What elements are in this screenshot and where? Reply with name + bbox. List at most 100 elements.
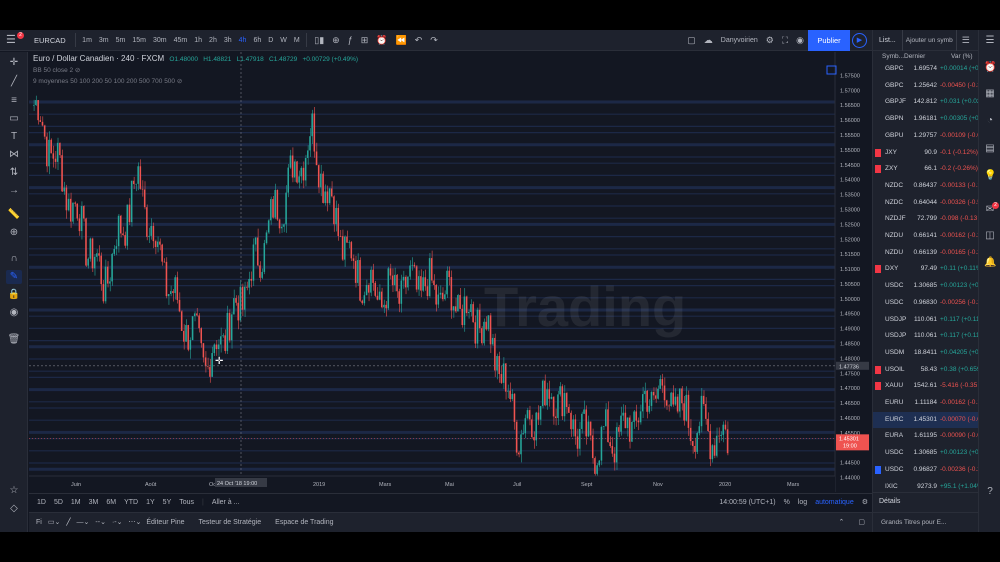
trash-icon[interactable]: 🗑	[6, 333, 22, 347]
hotlist-icon[interactable]: ◔	[984, 115, 996, 127]
lock-icon[interactable]: 🔒	[6, 288, 22, 302]
layers-icon[interactable]: ◇	[6, 502, 22, 516]
layout-name[interactable]: Danyvoirien	[717, 30, 762, 51]
play-icon[interactable]: ▶	[852, 33, 867, 48]
flag-icon[interactable]	[875, 365, 881, 374]
watchlist-row[interactable]: GBPJF 142.812 +0.031 (+0.02	[873, 94, 979, 111]
channel-icon[interactable]: ≡	[6, 94, 22, 108]
watchlist-row[interactable]: USDC 0.96827 -0.00236 (-0.2	[873, 462, 979, 479]
maximize-icon[interactable]: ▢	[851, 513, 872, 533]
watchlist-row[interactable]: EURU 1.11184 -0.00162 (-0.1	[873, 395, 979, 412]
watchlist-menu[interactable]: List...	[873, 37, 902, 44]
watchlist-row[interactable]: XAUU 1542.61 -5.416 (-0.35	[873, 378, 979, 395]
watchlist-row[interactable]: USDJP 110.061 +0.117 (+0.11	[873, 312, 979, 329]
pattern-icon[interactable]: ⋈	[6, 148, 22, 162]
range-1y[interactable]: 1Y	[142, 494, 159, 512]
ruler-icon[interactable]: 📏	[6, 208, 22, 222]
percent-toggle[interactable]: %	[780, 494, 794, 512]
watchlist-row[interactable]: USDC 1.30685 +0.00123 (+0.	[873, 445, 979, 462]
range-3m[interactable]: 3M	[85, 494, 103, 512]
flag-icon[interactable]	[875, 265, 881, 274]
interval-M[interactable]: M	[290, 30, 303, 51]
interval-45m[interactable]: 45m	[170, 30, 191, 51]
auto-toggle[interactable]: automatique	[811, 494, 858, 512]
col-last[interactable]: Dernier	[904, 53, 925, 60]
news-panel[interactable]: Grands Titres pour E...	[873, 512, 979, 532]
line-more-icon[interactable]: ⋯⌄	[125, 513, 144, 533]
lock-drawing-icon[interactable]: ✎	[6, 270, 22, 284]
compare-icon[interactable]: ⊕	[328, 30, 344, 51]
help-icon[interactable]: ?	[984, 486, 996, 498]
interval-3m[interactable]: 3m	[95, 30, 112, 51]
scale-settings-icon[interactable]: ⚙	[858, 494, 872, 512]
redo-icon[interactable]: ↷	[426, 30, 442, 51]
interval-W[interactable]: W	[277, 30, 291, 51]
calendar-icon[interactable]: ▤	[984, 143, 996, 155]
watchlist-row[interactable]: USOIL 58.43 +0.38 (+0.659	[873, 362, 979, 379]
interval-2h[interactable]: 2h	[206, 30, 221, 51]
star-icon[interactable]: ☆	[6, 484, 22, 498]
fullscreen-icon[interactable]: ⛶	[778, 30, 792, 51]
indicator-moving-averages[interactable]: 9 moyennes 50 100 200 50 100 200 500 700…	[33, 77, 182, 85]
eye-off-icon[interactable]: ⊘	[177, 78, 182, 85]
indicators-icon[interactable]: ƒ	[344, 30, 357, 51]
add-symbol-input[interactable]: Ajouter un symb	[901, 30, 957, 51]
watchlist-row[interactable]: GBPU 1.29757 -0.00109 (-0.0	[873, 128, 979, 145]
rectangle-icon[interactable]: ▭	[6, 112, 22, 126]
streams-icon[interactable]: ◫	[984, 230, 996, 242]
goto-date[interactable]: Aller à ...	[208, 494, 244, 512]
watchlist-row[interactable]: USDC 1.30685 +0.00123 (+0.	[873, 278, 979, 295]
data-window-icon[interactable]: ▦	[984, 88, 996, 100]
range-1d[interactable]: 1D	[33, 494, 50, 512]
select-icon[interactable]: ▭⌄	[45, 513, 63, 533]
line-dash-icon[interactable]: ·-⌄	[109, 513, 126, 533]
watchlist-row[interactable]: EURA 1.61195 -0.00090 (-0.0	[873, 428, 979, 445]
watchlist-row[interactable]: NZDJF 72.799 -0.098 (-0.13	[873, 211, 979, 228]
magnet-icon[interactable]: ∩	[6, 252, 22, 266]
camera-icon[interactable]: ◉	[792, 30, 808, 51]
alert-icon[interactable]: ⏰	[372, 30, 391, 51]
watchlist-row[interactable]: NZDC 0.64044 -0.00326 (-0.5	[873, 195, 979, 212]
price-chart[interactable]: 1.57500 1.57000 1.56500 1.56000 1.55500 1.550…	[29, 52, 872, 492]
symbol-title[interactable]: Euro / Dollar Canadien · 240 · FXCM	[33, 54, 164, 63]
line-tool-icon[interactable]: ╱	[63, 513, 73, 533]
log-toggle[interactable]: log	[794, 494, 811, 512]
flag-icon[interactable]	[875, 165, 881, 174]
undo-icon[interactable]: ↶	[411, 30, 427, 51]
tab-screener[interactable]: Fi	[29, 513, 45, 533]
range-tous[interactable]: Tous	[175, 494, 198, 512]
interval-D[interactable]: D	[265, 30, 277, 51]
details-bar[interactable]: Détails	[873, 492, 979, 511]
range-5y[interactable]: 5Y	[159, 494, 176, 512]
zoom-icon[interactable]: ⊕	[6, 226, 22, 240]
interval-5m[interactable]: 5m	[112, 30, 129, 51]
eye-icon[interactable]: ◉	[6, 306, 22, 320]
watchlist-row[interactable]: USDJP 110.061 +0.117 (+0.11	[873, 328, 979, 345]
tab-pine-editor[interactable]: Éditeur Pine	[144, 513, 191, 533]
ideas-icon[interactable]: 💡	[984, 170, 996, 182]
tab-trading-panel[interactable]: Espace de Trading	[268, 513, 340, 533]
range-1m[interactable]: 1M	[67, 494, 85, 512]
interval-4h[interactable]: 4h	[235, 30, 250, 51]
interval-3h[interactable]: 3h	[220, 30, 235, 51]
text-icon[interactable]: T	[6, 130, 22, 144]
watchlist-row[interactable]: GBPC 1.25642 -0.00450 (-0.3	[873, 78, 979, 95]
layout-icon[interactable]: ▢	[683, 30, 700, 51]
crosshair-icon[interactable]: ✛	[6, 56, 22, 70]
range-5d[interactable]: 5D	[50, 494, 67, 512]
candles-icon[interactable]: ▯▮	[310, 30, 328, 51]
watchlist-row[interactable]: GBPN 1.96181 +0.00305 (+0.	[873, 111, 979, 128]
line-width-icon[interactable]: --⌄	[92, 513, 109, 533]
watchlist-row[interactable]: GBPC 1.69574 +0.00014 (+0.	[873, 61, 979, 78]
watchlist-row[interactable]: ZXY 66.1 -0.2 (-0.26%)	[873, 161, 979, 178]
interval-1m[interactable]: 1m	[79, 30, 96, 51]
col-symbol[interactable]: Symb...	[882, 53, 904, 60]
trendline-icon[interactable]: ╱	[6, 75, 22, 89]
flag-icon[interactable]	[875, 382, 881, 391]
list-menu-icon[interactable]: ☰	[957, 35, 970, 46]
watchlist-row[interactable]: DXY 97.49 +0.11 (+0.11%	[873, 261, 979, 278]
col-change[interactable]: Var (%)	[951, 53, 973, 60]
watchlist-row[interactable]: JXY 90.9 -0.1 (-0.12%)	[873, 145, 979, 162]
indicator-bollinger[interactable]: BB 50 close 2 ⊘	[33, 66, 80, 74]
watchlist-icon[interactable]: ☰	[984, 35, 996, 47]
